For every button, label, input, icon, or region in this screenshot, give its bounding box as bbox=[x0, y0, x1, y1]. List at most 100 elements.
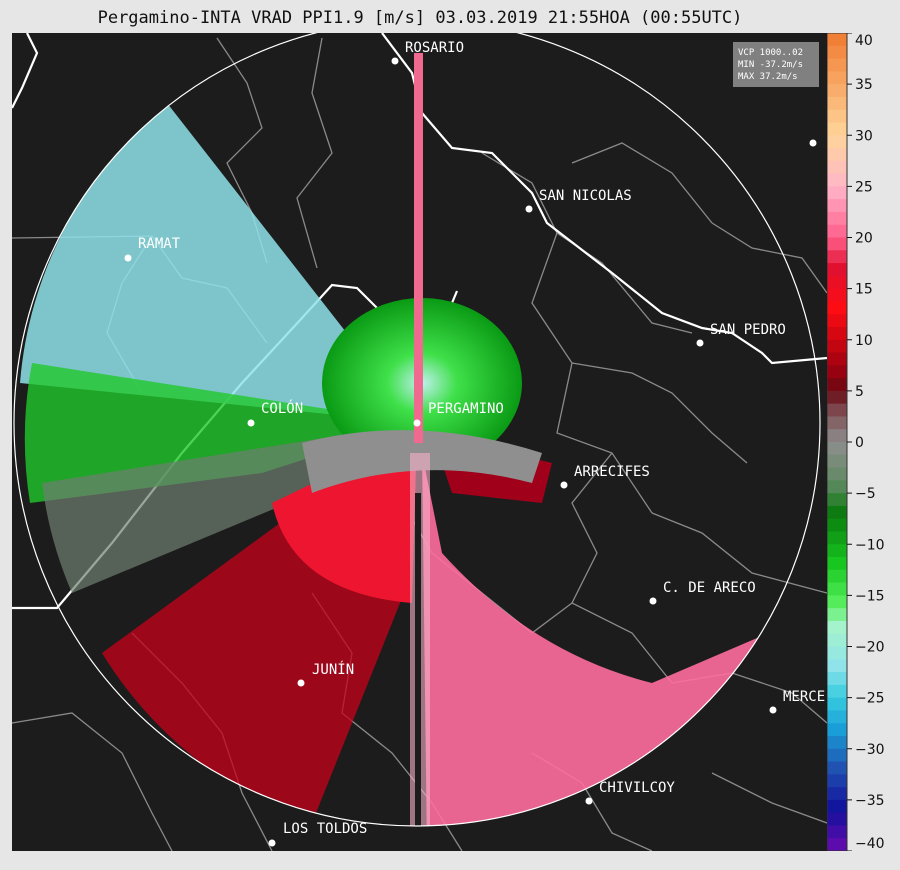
colorbar-tick-label: 5 bbox=[855, 384, 864, 400]
colorbar-band bbox=[827, 58, 847, 72]
colorbar-tick-label: 25 bbox=[855, 179, 873, 195]
city-label-ramat: RAMAT bbox=[138, 236, 181, 252]
colorbar-band bbox=[827, 263, 847, 277]
city-label-rosario: ROSARIO bbox=[405, 40, 464, 56]
colorbar-band bbox=[827, 646, 847, 660]
colorbar-band bbox=[827, 109, 847, 124]
city-dot-san-nicolas bbox=[525, 205, 533, 213]
colorbar-band bbox=[827, 467, 847, 481]
city-dot-chivilcoy bbox=[585, 797, 593, 805]
colorbar-band bbox=[827, 493, 847, 507]
colorbar-band bbox=[827, 659, 847, 673]
colorbar-band bbox=[827, 429, 847, 443]
colorbar-band bbox=[827, 224, 847, 239]
colorbar-band bbox=[827, 557, 847, 571]
colorbar-band bbox=[827, 774, 847, 788]
chart-title: Pergamino-INTA VRAD PPI1.9 [m/s] 03.03.2… bbox=[97, 8, 743, 28]
colorbar-band bbox=[827, 390, 847, 405]
colorbar-band bbox=[827, 365, 847, 379]
colorbar: 40 35 30 25 20 15 10 5 0 −5 −10 −15 −20 −25 −30 −35 −40 bbox=[827, 33, 885, 851]
city-dot-colon bbox=[247, 419, 255, 427]
colorbar-band bbox=[827, 518, 847, 533]
city-dot-c-de-areco bbox=[649, 597, 657, 605]
city-dot-ramat bbox=[124, 254, 132, 262]
radar-map: ROSARIO SAN NICOLAS RAMAT SAN PEDRO COLÓ… bbox=[12, 33, 827, 851]
colorbar-band bbox=[827, 620, 847, 635]
city-dot-unlabeled bbox=[809, 139, 817, 147]
colorbar-band bbox=[827, 275, 847, 290]
colorbar-tick-label: 30 bbox=[855, 128, 873, 144]
city-label-c-de-areco: C. DE ARECO bbox=[663, 580, 756, 596]
colorbar-band bbox=[827, 569, 847, 584]
colorbar-tick-label: −20 bbox=[855, 640, 885, 656]
stats-vcp: VCP 1000..02 bbox=[738, 48, 803, 58]
colorbar-band bbox=[827, 608, 847, 622]
colorbar-tick-label: −5 bbox=[855, 486, 876, 502]
colorbar-band bbox=[827, 148, 847, 162]
colorbar-band bbox=[827, 186, 847, 200]
colorbar-band bbox=[827, 378, 847, 392]
colorbar-band bbox=[827, 199, 847, 213]
colorbar-band bbox=[827, 122, 847, 136]
colorbar-band bbox=[827, 505, 847, 520]
colorbar-band bbox=[827, 787, 847, 801]
city-label-los-toldos: LOS TOLDOS bbox=[283, 821, 367, 837]
colorbar-tick-label: −40 bbox=[855, 836, 885, 851]
colorbar-tick-label: −25 bbox=[855, 691, 885, 707]
colorbar-band bbox=[827, 595, 847, 609]
colorbar-band bbox=[827, 825, 847, 839]
colorbar-band bbox=[827, 761, 847, 775]
colorbar-band bbox=[827, 812, 847, 827]
stats-max: MAX 37.2m/s bbox=[738, 72, 798, 82]
colorbar-tick-label: 10 bbox=[855, 333, 873, 349]
city-label-arrecifes: ARRECIFES bbox=[574, 464, 650, 480]
colorbar-band bbox=[827, 672, 847, 686]
city-dot-merce bbox=[769, 706, 777, 714]
colorbar-band bbox=[827, 710, 847, 724]
colorbar-band bbox=[827, 403, 847, 418]
colorbar-band bbox=[827, 301, 847, 315]
city-label-junin: JUNÍN bbox=[312, 661, 354, 678]
city-label-pergamino: PERGAMINO bbox=[428, 401, 504, 417]
colorbar-tick-label: 20 bbox=[855, 231, 873, 247]
colorbar-tick-label: −30 bbox=[855, 742, 885, 758]
colorbar-band bbox=[827, 84, 847, 98]
stats-min: MIN -37.2m/s bbox=[738, 60, 803, 70]
colorbar-band bbox=[827, 544, 847, 558]
city-dot-junin bbox=[297, 679, 305, 687]
colorbar-band bbox=[827, 531, 847, 545]
colorbar-band bbox=[827, 748, 847, 763]
colorbar-band bbox=[827, 697, 847, 712]
city-label-san-nicolas: SAN NICOLAS bbox=[539, 188, 632, 204]
colorbar-band bbox=[827, 838, 847, 851]
colorbar-bands bbox=[827, 33, 847, 851]
city-label-san-pedro: SAN PEDRO bbox=[710, 322, 786, 338]
city-dot-rosario bbox=[391, 57, 399, 65]
colorbar-tick-label: −35 bbox=[855, 793, 885, 809]
colorbar-tick-label: −15 bbox=[855, 588, 885, 604]
colorbar-band bbox=[827, 735, 847, 750]
city-label-chivilcoy: CHIVILCOY bbox=[599, 780, 675, 796]
colorbar-tick-label: 35 bbox=[855, 77, 873, 93]
stats-box: VCP 1000..02 MIN -37.2m/s MAX 37.2m/s bbox=[733, 42, 819, 87]
colorbar-tick-label: 15 bbox=[855, 282, 873, 298]
colorbar-ticks: 40 35 30 25 20 15 10 5 0 −5 −10 −15 −20 −25 −30 −35 −40 bbox=[847, 33, 885, 851]
colorbar-band bbox=[827, 339, 847, 354]
colorbar-band bbox=[827, 684, 847, 699]
colorbar-band bbox=[827, 454, 847, 469]
colorbar-band bbox=[827, 160, 847, 175]
colorbar-band bbox=[827, 582, 847, 596]
colorbar-band bbox=[827, 173, 847, 187]
colorbar-tick-label: −10 bbox=[855, 537, 885, 553]
city-dot-los-toldos bbox=[268, 839, 276, 847]
city-dot-pergamino bbox=[413, 419, 421, 427]
colorbar-band bbox=[827, 723, 847, 737]
colorbar-band bbox=[827, 211, 847, 226]
colorbar-band bbox=[827, 442, 847, 456]
echo-radial-spike bbox=[414, 53, 423, 443]
colorbar-band bbox=[827, 96, 847, 111]
city-dot-san-pedro bbox=[696, 339, 704, 347]
colorbar-tick-label: 0 bbox=[855, 435, 864, 451]
colorbar-band bbox=[827, 71, 847, 85]
colorbar-band bbox=[827, 250, 847, 264]
